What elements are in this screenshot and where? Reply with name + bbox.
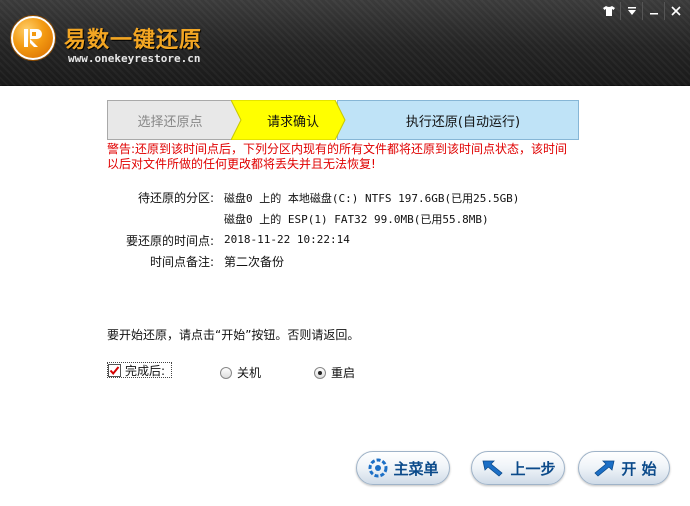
check-icon (109, 365, 120, 375)
step2-label: 请求确认 (266, 114, 319, 130)
step-select-restore-point: 选择还原点 (107, 100, 247, 140)
radio-restart-label: 重启 (331, 366, 356, 380)
menu-icon[interactable] (620, 2, 642, 20)
radio-restart-dot[interactable] (314, 366, 326, 379)
restore-time-label: 要还原的时间点: (125, 234, 214, 248)
app-title: 易数一键还原 (64, 28, 203, 53)
app-logo-icon (11, 16, 55, 60)
start-button[interactable]: 开 始 (578, 451, 670, 485)
partition-label: 待还原的分区: (137, 191, 214, 205)
restore-time-value: 2018-11-22 10:22:14 (224, 233, 350, 246)
after-complete-label: 完成后: (125, 363, 166, 378)
previous-button[interactable]: 上一步 (471, 451, 565, 485)
back-arrow-icon (482, 460, 504, 477)
partition-c: 磁盘0 上的 本地磁盘(C:) NTFS 197.6GB(已用25.5GB) (224, 192, 520, 205)
radio-restart[interactable]: 重启 (314, 364, 355, 381)
warning-line2: 以后对文件所做的任何更改都将丢失并且无法恢复! (107, 157, 376, 171)
radio-shutdown-label: 关机 (237, 366, 262, 380)
previous-label: 上一步 (510, 459, 556, 478)
step-indicator: 选择还原点 执行还原(自动运行) 请求确认 (107, 100, 579, 140)
forward-arrow-icon (594, 460, 615, 477)
warning-prefix: 警告: (107, 142, 136, 156)
title-bar: 易数一键还原 www.onekeyrestore.cn (0, 0, 690, 86)
note-value: 第二次备份 (224, 255, 285, 269)
main-menu-button[interactable]: 主菜单 (356, 451, 450, 485)
warning-text: 警告:还原到该时间点后，下列分区内现有的所有文件都将还原到该时间点状态，该时间 … (107, 142, 577, 172)
step1-label: 选择还原点 (137, 114, 203, 130)
step3-label: 执行还原(自动运行) (405, 114, 521, 130)
window-controls (598, 2, 686, 20)
main-menu-label: 主菜单 (393, 459, 439, 478)
checkbox-box[interactable] (108, 363, 121, 377)
shirt-icon[interactable] (598, 2, 620, 20)
step-confirm-request: 请求确认 (241, 100, 345, 140)
start-prompt: 要开始还原，请点击“开始”按钮。否则请返回。 (107, 328, 360, 342)
minimize-icon[interactable] (642, 2, 664, 20)
close-icon[interactable] (664, 2, 686, 20)
app-url: www.onekeyrestore.cn (68, 52, 201, 65)
warning-line1: 还原到该时间点后，下列分区内现有的所有文件都将还原到该时间点状态，该时间 (135, 142, 568, 156)
step-execute-restore: 执行还原(自动运行) (337, 100, 579, 140)
start-label: 开 始 (621, 459, 657, 478)
radio-shutdown[interactable]: 关机 (220, 364, 261, 381)
radio-shutdown-dot[interactable] (220, 366, 232, 379)
refresh-circle-icon (368, 458, 388, 478)
partition-esp: 磁盘0 上的 ESP(1) FAT32 99.0MB(已用55.8MB) (224, 213, 489, 226)
after-complete-checkbox[interactable]: 完成后: (107, 362, 173, 378)
note-label: 时间点备注: (149, 255, 214, 269)
